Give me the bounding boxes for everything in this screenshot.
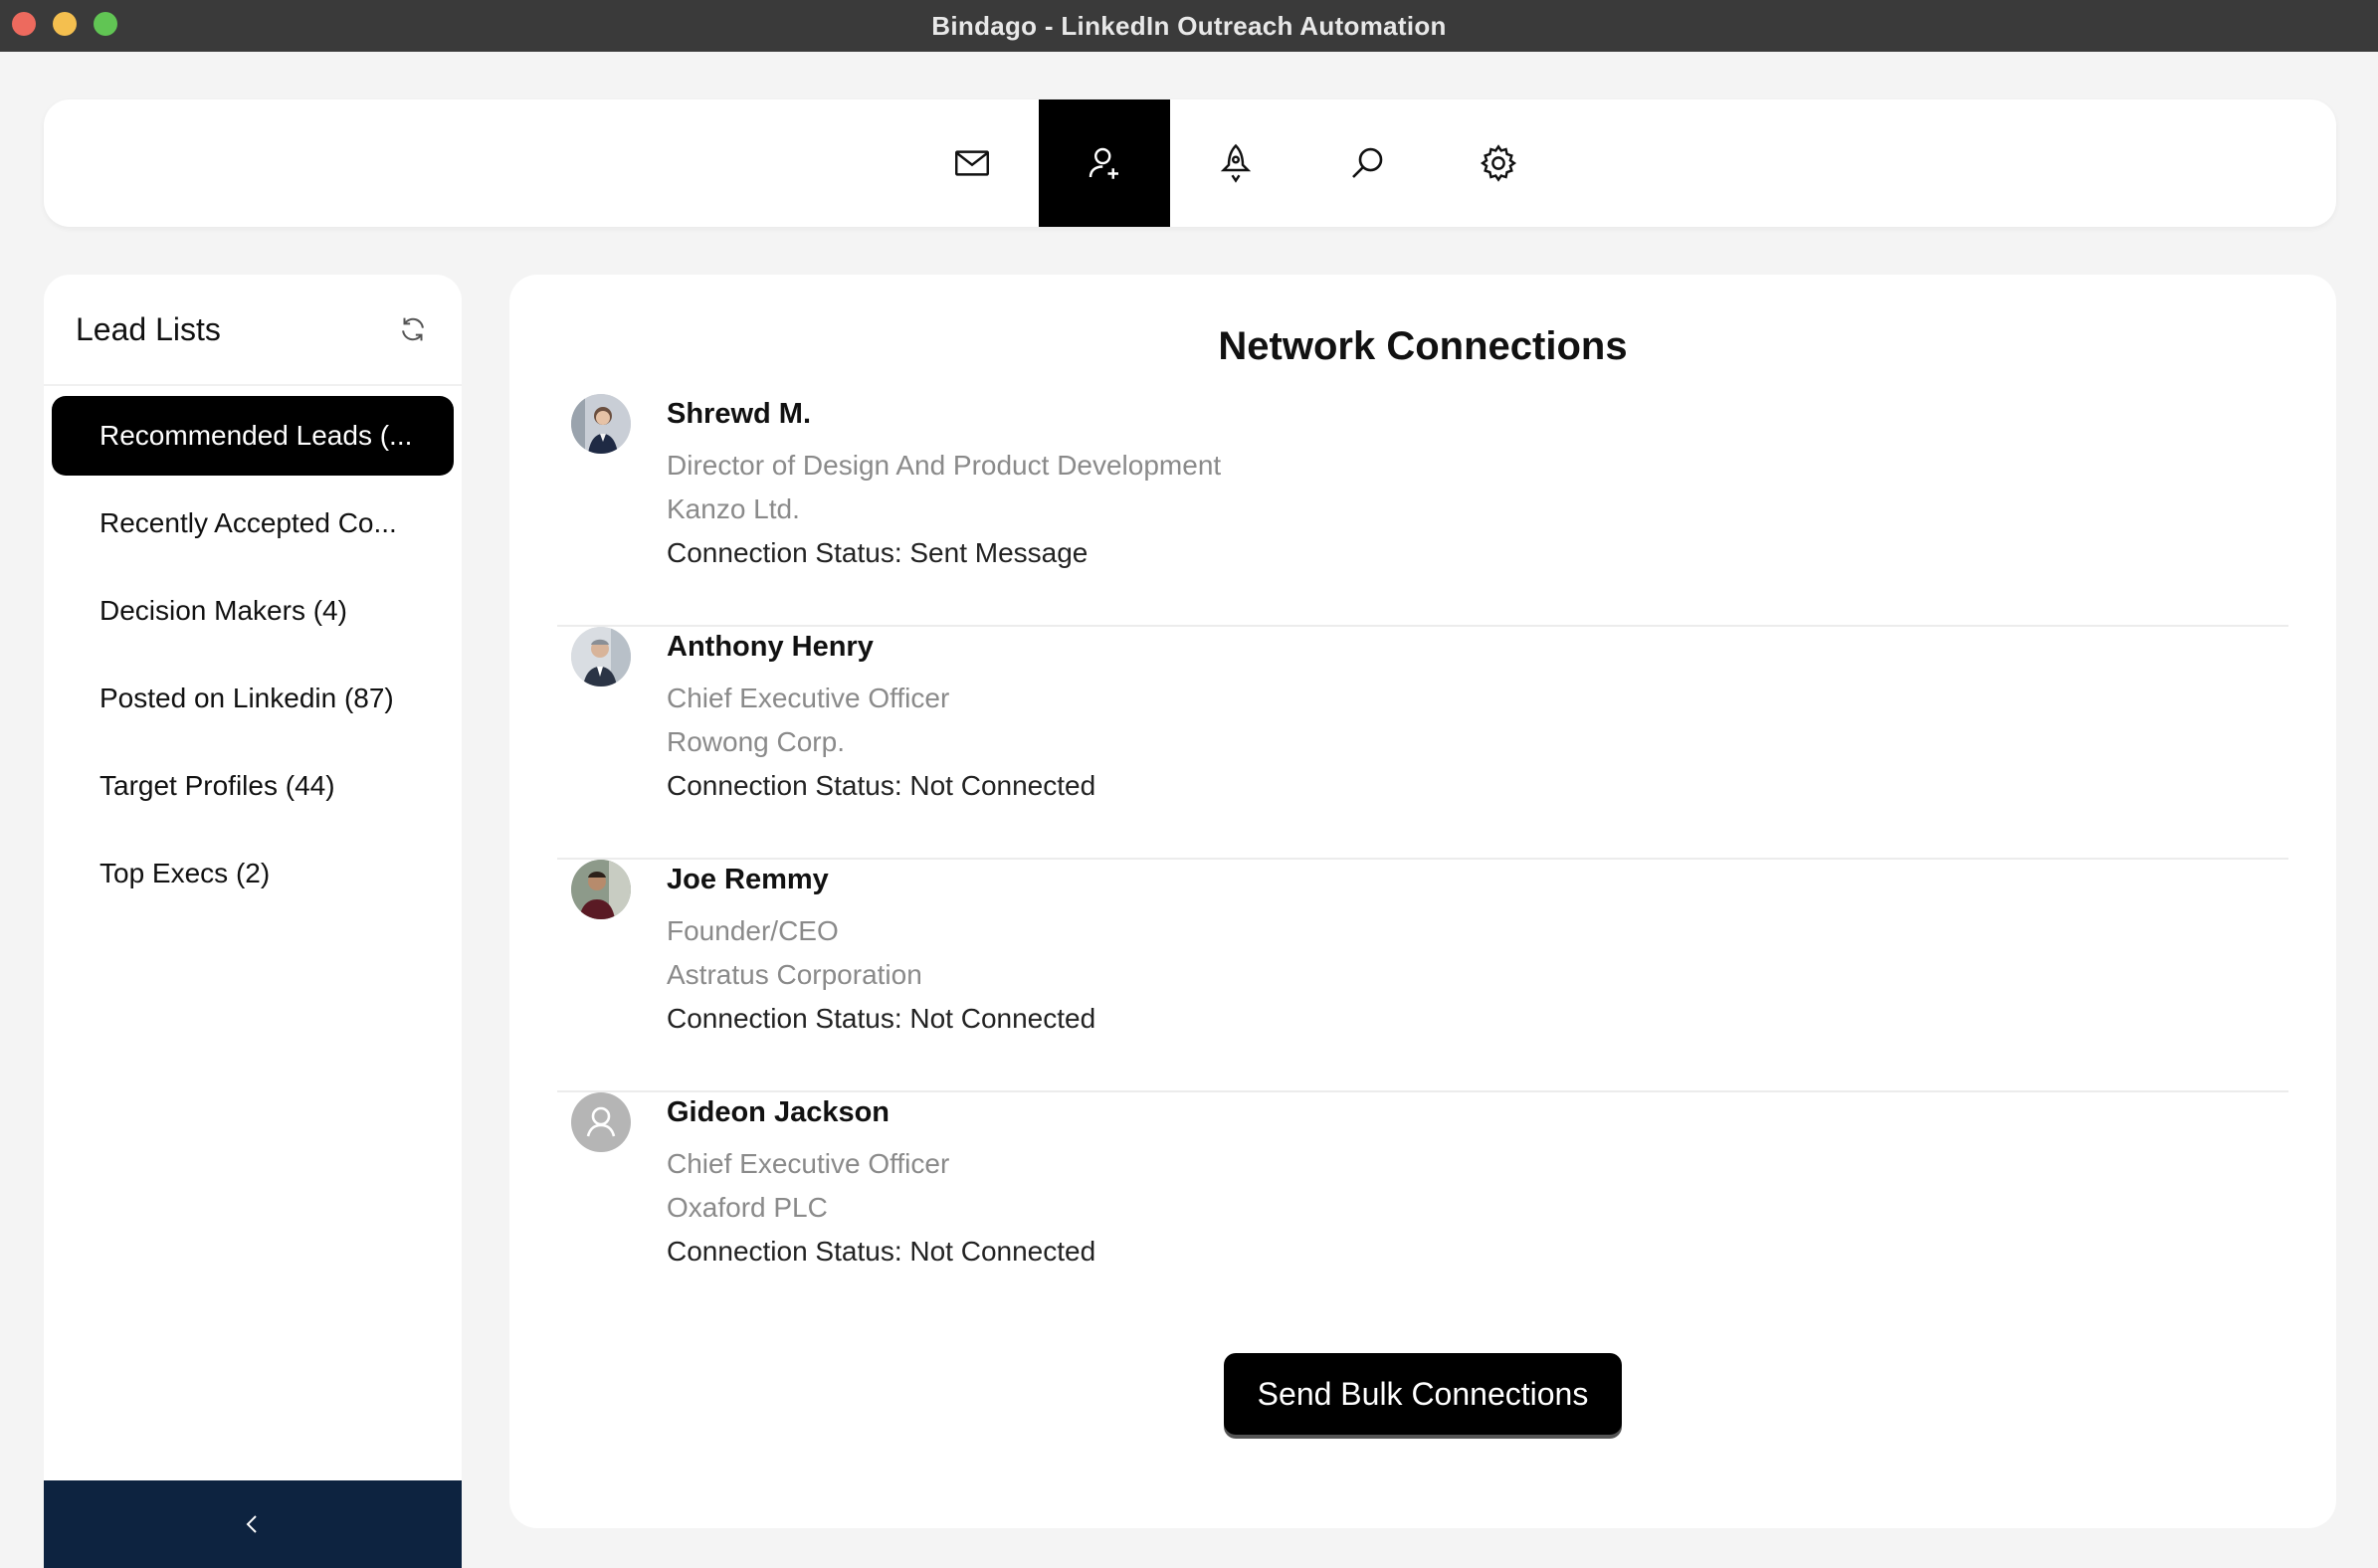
connection-title: Founder/CEO: [667, 915, 839, 946]
connections-list: Shrewd M. Director of Design And Product…: [557, 394, 2288, 1325]
lead-list-item-recently-accepted[interactable]: Recently Accepted Co...: [52, 484, 454, 563]
lead-list-item-target-profiles[interactable]: Target Profiles (44): [52, 746, 454, 826]
avatar: [571, 860, 631, 919]
rocket-icon: [1220, 143, 1252, 183]
connection-company: Astratus Corporation: [667, 959, 922, 990]
mail-icon: [955, 150, 989, 176]
connection-info: Shrewd M. Director of Design And Product…: [667, 394, 1221, 575]
connection-company: Rowong Corp.: [667, 726, 845, 757]
nav-settings-button[interactable]: [1433, 99, 1564, 227]
connection-status: Connection Status: Sent Message: [667, 537, 1089, 568]
avatar: [571, 394, 631, 454]
lead-list-item-recommended-leads[interactable]: Recommended Leads (...: [52, 396, 454, 476]
connection-info: Anthony Henry Chief Executive Officer Ro…: [667, 627, 1095, 808]
connection-name: Shrewd M.: [667, 398, 812, 430]
lead-list-item-decision-makers[interactable]: Decision Makers (4): [52, 571, 454, 651]
avatar: [571, 627, 631, 686]
gear-icon: [1480, 144, 1517, 182]
connection-name: Joe Remmy: [667, 864, 829, 895]
connection-company: Kanzo Ltd.: [667, 493, 800, 524]
connection-name: Anthony Henry: [667, 631, 874, 663]
send-bulk-connections-button[interactable]: Send Bulk Connections: [1224, 1353, 1622, 1435]
lead-list: Recommended Leads (... Recently Accepted…: [44, 386, 462, 931]
lead-lists-sidebar: Lead Lists Recommended Leads (... Recent…: [44, 275, 462, 1568]
minimize-window-button[interactable]: [53, 12, 77, 36]
default-avatar-icon: [571, 1092, 631, 1152]
sidebar-collapse-button[interactable]: [44, 1480, 462, 1568]
lead-list-item-posted-on-linkedin[interactable]: Posted on Linkedin (87): [52, 659, 454, 738]
window-titlebar: Bindago - LinkedIn Outreach Automation: [0, 0, 2378, 52]
connection-title: Chief Executive Officer: [667, 1148, 950, 1179]
connection-card[interactable]: Gideon Jackson Chief Executive Officer O…: [557, 1092, 2288, 1325]
maximize-window-button[interactable]: [94, 12, 117, 36]
sidebar-header: Lead Lists: [44, 275, 462, 386]
connection-status: Connection Status: Not Connected: [667, 1003, 1096, 1034]
panel-title: Network Connections: [1218, 324, 1628, 368]
nav-messages-button[interactable]: [906, 99, 1038, 227]
refresh-icon[interactable]: [396, 312, 430, 346]
nav-search-button[interactable]: [1301, 99, 1433, 227]
add-person-icon: [1089, 147, 1118, 179]
connection-card[interactable]: Joe Remmy Founder/CEO Astratus Corporati…: [557, 860, 2288, 1092]
chevron-left-icon: [246, 1515, 257, 1533]
connection-name: Gideon Jackson: [667, 1096, 891, 1128]
nav-campaigns-button[interactable]: [1170, 99, 1301, 227]
connection-company: Oxaford PLC: [667, 1192, 828, 1223]
nav-connections-button[interactable]: [1039, 99, 1170, 227]
connection-title: Director of Design And Product Developme…: [667, 450, 1222, 481]
top-navigation: [44, 99, 2336, 227]
window-controls: [12, 12, 117, 36]
connection-status: Connection Status: Not Connected: [667, 1236, 1096, 1267]
connection-card[interactable]: Anthony Henry Chief Executive Officer Ro…: [557, 627, 2288, 860]
connection-info: Joe Remmy Founder/CEO Astratus Corporati…: [667, 860, 1095, 1041]
sidebar-title: Lead Lists: [76, 310, 221, 347]
connection-info: Gideon Jackson Chief Executive Officer O…: [667, 1092, 1095, 1274]
lead-list-item-top-execs[interactable]: Top Execs (2): [52, 834, 454, 913]
search-icon: [1352, 147, 1383, 178]
connection-card[interactable]: Shrewd M. Director of Design And Product…: [557, 394, 2288, 627]
close-window-button[interactable]: [12, 12, 36, 36]
connection-title: Chief Executive Officer: [667, 683, 950, 713]
connection-status: Connection Status: Not Connected: [667, 770, 1096, 801]
window-title: Bindago - LinkedIn Outreach Automation: [931, 10, 1447, 41]
network-connections-panel: Network Connections Shrewd M. Director o…: [509, 275, 2336, 1528]
